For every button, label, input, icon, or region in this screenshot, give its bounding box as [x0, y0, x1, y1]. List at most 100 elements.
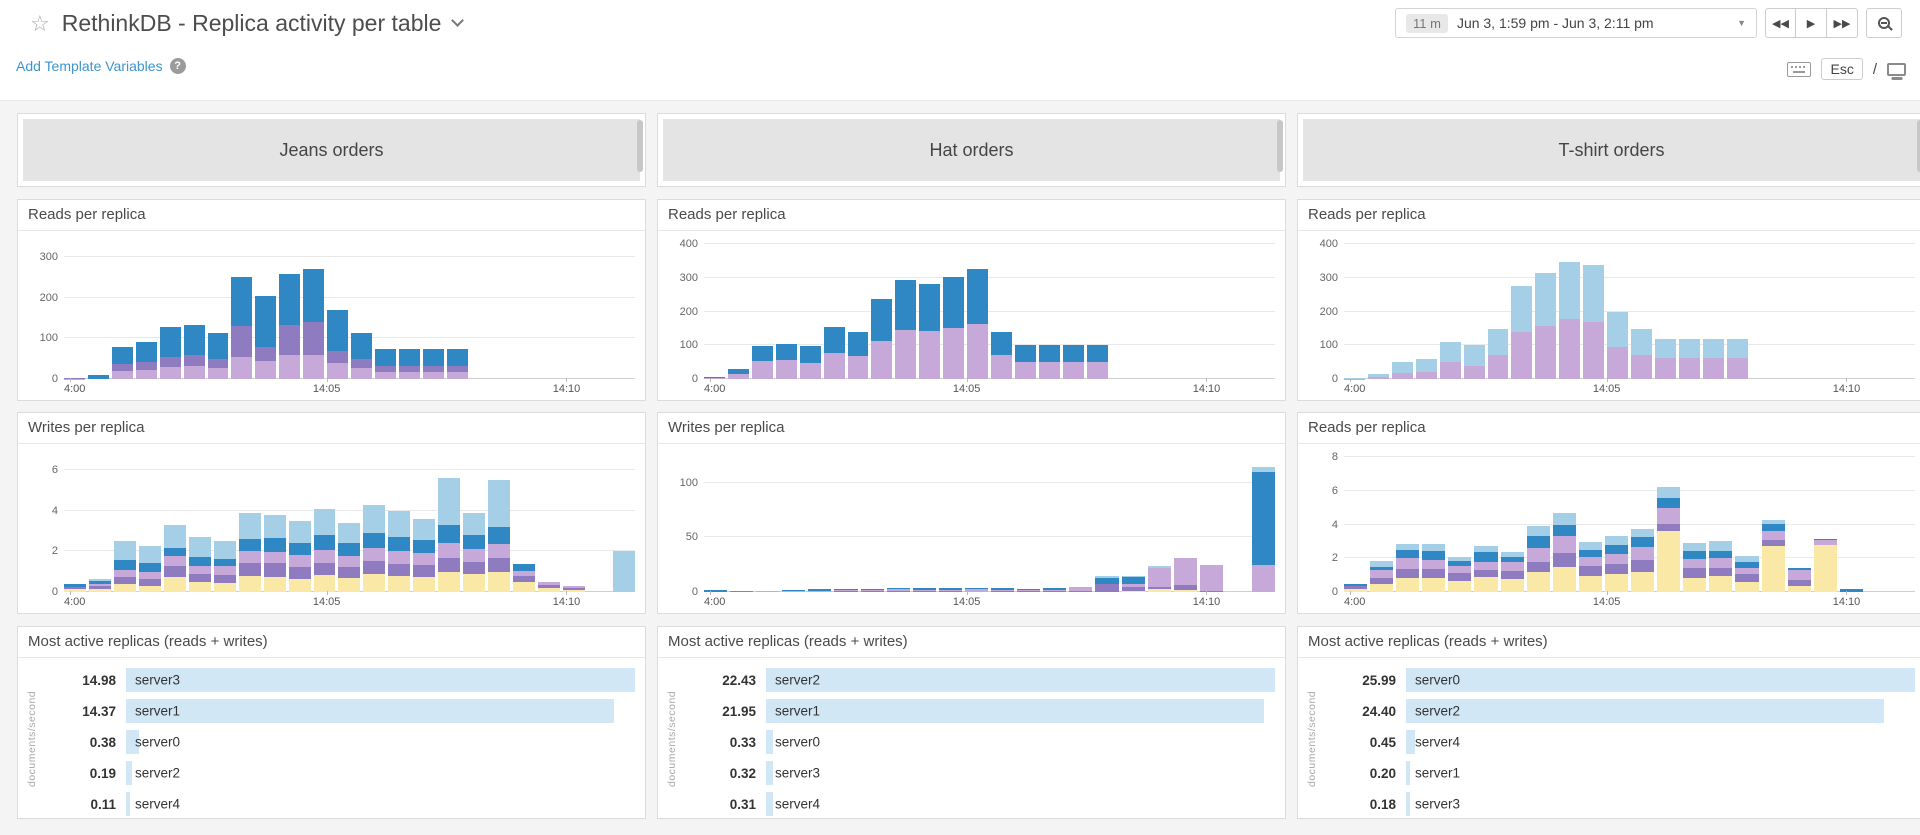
bar[interactable] — [136, 239, 157, 379]
bar[interactable] — [1440, 239, 1461, 379]
bar[interactable] — [704, 452, 727, 592]
bar[interactable] — [1464, 239, 1485, 379]
help-icon[interactable]: ? — [170, 58, 186, 74]
bar[interactable] — [64, 452, 86, 592]
bar[interactable] — [861, 452, 884, 592]
bar[interactable] — [1344, 239, 1365, 379]
rewind-button[interactable]: ◀◀ — [1765, 8, 1796, 38]
bar[interactable] — [375, 239, 396, 379]
bar[interactable] — [752, 239, 773, 379]
toplist-row[interactable]: 0.33server0 — [686, 730, 1275, 754]
bar[interactable] — [513, 452, 535, 592]
bar[interactable] — [327, 239, 348, 379]
bar[interactable] — [1063, 239, 1084, 379]
bar[interactable] — [1870, 239, 1891, 379]
bar[interactable] — [1122, 452, 1145, 592]
scrollbar-thumb[interactable] — [1277, 120, 1283, 172]
bar[interactable] — [423, 239, 444, 379]
bar[interactable] — [1709, 452, 1732, 592]
chart-plot[interactable]: 6420 — [22, 452, 635, 592]
bar[interactable] — [538, 452, 560, 592]
bar[interactable] — [967, 239, 988, 379]
bar[interactable] — [614, 239, 635, 379]
bar[interactable] — [338, 452, 360, 592]
bar[interactable] — [463, 452, 485, 592]
bar[interactable] — [1788, 452, 1811, 592]
bar[interactable] — [139, 452, 161, 592]
bar[interactable] — [871, 239, 892, 379]
bar[interactable] — [1174, 452, 1197, 592]
bar[interactable] — [1631, 239, 1652, 379]
bar[interactable] — [1683, 452, 1706, 592]
bar[interactable] — [588, 452, 610, 592]
bar[interactable] — [255, 239, 276, 379]
bar[interactable] — [208, 239, 229, 379]
toplist-row[interactable]: 0.18server3 — [1326, 792, 1915, 816]
bar[interactable] — [800, 239, 821, 379]
bar[interactable] — [1655, 239, 1676, 379]
bar[interactable] — [1370, 452, 1393, 592]
bar[interactable] — [239, 452, 261, 592]
toplist-row[interactable]: 21.95server1 — [686, 699, 1275, 723]
bar[interactable] — [776, 239, 797, 379]
chart-plot[interactable]: 4003002001000 — [662, 239, 1275, 379]
add-template-variables-link[interactable]: Add Template Variables — [16, 58, 163, 74]
bar[interactable] — [887, 452, 910, 592]
bar[interactable] — [566, 239, 587, 379]
bar[interactable] — [1775, 239, 1796, 379]
bar[interactable] — [808, 452, 831, 592]
bar[interactable] — [1368, 239, 1389, 379]
bar[interactable] — [314, 452, 336, 592]
time-range-picker[interactable]: 11 m Jun 3, 1:59 pm - Jun 3, 2:11 pm ▼ — [1395, 8, 1757, 38]
column-header-widget[interactable]: T-shirt orders — [1297, 113, 1920, 187]
bar[interactable] — [1095, 452, 1118, 592]
bar[interactable] — [184, 239, 205, 379]
bar[interactable] — [1182, 239, 1203, 379]
bar[interactable] — [438, 452, 460, 592]
chart-plot[interactable]: 4003002001000 — [1302, 239, 1915, 379]
bar[interactable] — [89, 452, 111, 592]
bar[interactable] — [399, 239, 420, 379]
bar[interactable] — [919, 239, 940, 379]
bar[interactable] — [542, 239, 563, 379]
forward-button[interactable]: ▶▶ — [1827, 8, 1858, 38]
bar[interactable] — [1448, 452, 1471, 592]
bar[interactable] — [495, 239, 516, 379]
bar[interactable] — [590, 239, 611, 379]
bar[interactable] — [363, 452, 385, 592]
bar[interactable] — [1254, 239, 1275, 379]
bar[interactable] — [613, 452, 635, 592]
bar[interactable] — [848, 239, 869, 379]
bar[interactable] — [1607, 239, 1628, 379]
bar[interactable] — [563, 452, 585, 592]
bar[interactable] — [1866, 452, 1889, 592]
bar[interactable] — [1703, 239, 1724, 379]
chart-plot[interactable]: 100500 — [662, 452, 1275, 592]
bar[interactable] — [1226, 452, 1249, 592]
bar[interactable] — [1135, 239, 1156, 379]
bar[interactable] — [991, 239, 1012, 379]
bar[interactable] — [231, 239, 252, 379]
bar[interactable] — [1039, 239, 1060, 379]
bar[interactable] — [1396, 452, 1419, 592]
bar[interactable] — [1727, 239, 1748, 379]
bar[interactable] — [728, 239, 749, 379]
bar[interactable] — [1631, 452, 1654, 592]
bar[interactable] — [939, 452, 962, 592]
bar[interactable] — [1583, 239, 1604, 379]
bar[interactable] — [1230, 239, 1251, 379]
bar[interactable] — [1015, 239, 1036, 379]
bar[interactable] — [1043, 452, 1066, 592]
toplist-row[interactable]: 0.38server0 — [46, 730, 635, 754]
bar[interactable] — [1657, 452, 1680, 592]
bar[interactable] — [1762, 452, 1785, 592]
bar[interactable] — [1017, 452, 1040, 592]
bar[interactable] — [1252, 452, 1275, 592]
bar[interactable] — [1892, 452, 1915, 592]
bar[interactable] — [1579, 452, 1602, 592]
scrollbar-thumb[interactable] — [637, 120, 643, 172]
bar[interactable] — [164, 452, 186, 592]
bar[interactable] — [519, 239, 540, 379]
chart-plot[interactable]: 86420 — [1302, 452, 1915, 592]
chart-plot[interactable]: 3002001000 — [22, 239, 635, 379]
